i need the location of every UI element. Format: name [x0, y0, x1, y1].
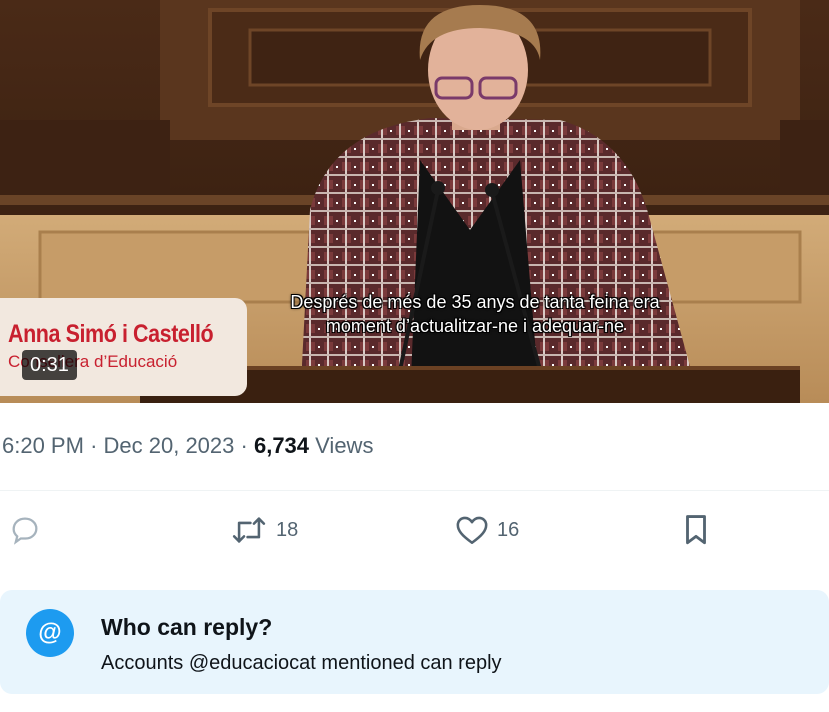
- retweet-button[interactable]: 18: [230, 510, 298, 550]
- speaker-name: Anna Simó i Castelló: [8, 320, 214, 348]
- reply-bubble-icon: [8, 513, 42, 547]
- like-count: 16: [497, 518, 520, 541]
- meta-separator-2: ·: [240, 433, 248, 458]
- like-button[interactable]: 16: [455, 510, 519, 550]
- who-can-reply-text: Accounts @educaciocat mentioned can repl…: [101, 652, 502, 674]
- bookmark-icon: [680, 513, 712, 547]
- video-subtitle: Després de més de 35 anys de tanta feina…: [240, 290, 710, 338]
- video-duration-badge: 0:31: [22, 350, 77, 380]
- views-count: 6,734: [253, 433, 310, 458]
- retweet-icon: [230, 513, 268, 547]
- subtitle-line-1: Després de més de 35 anys de tanta feina…: [290, 292, 660, 312]
- meta-separator: ·: [90, 433, 98, 458]
- views-label: Views: [315, 433, 374, 458]
- tweet-meta: 6:20 PM · Dec 20, 2023 · 6,734 Views: [2, 433, 373, 459]
- who-can-reply-panel: @ Who can reply? Accounts @educaciocat m…: [0, 590, 829, 694]
- speaker-nameplate: Anna Simó i Castelló Consellera d’Educac…: [0, 298, 247, 396]
- at-sign-icon: @: [26, 609, 74, 657]
- tweet-video[interactable]: Anna Simó i Castelló Consellera d’Educac…: [0, 0, 829, 403]
- who-can-reply-title: Who can reply?: [101, 614, 273, 640]
- tweet-time[interactable]: 6:20 PM: [2, 433, 84, 458]
- tweet-date[interactable]: Dec 20, 2023: [104, 433, 235, 458]
- reply-button[interactable]: [8, 510, 42, 550]
- divider: [0, 490, 829, 491]
- retweet-count: 18: [276, 518, 299, 541]
- bookmark-button[interactable]: [680, 510, 712, 550]
- subtitle-line-2: moment d’actualitzar-ne i adequar-ne: [325, 316, 625, 336]
- heart-icon: [455, 514, 489, 546]
